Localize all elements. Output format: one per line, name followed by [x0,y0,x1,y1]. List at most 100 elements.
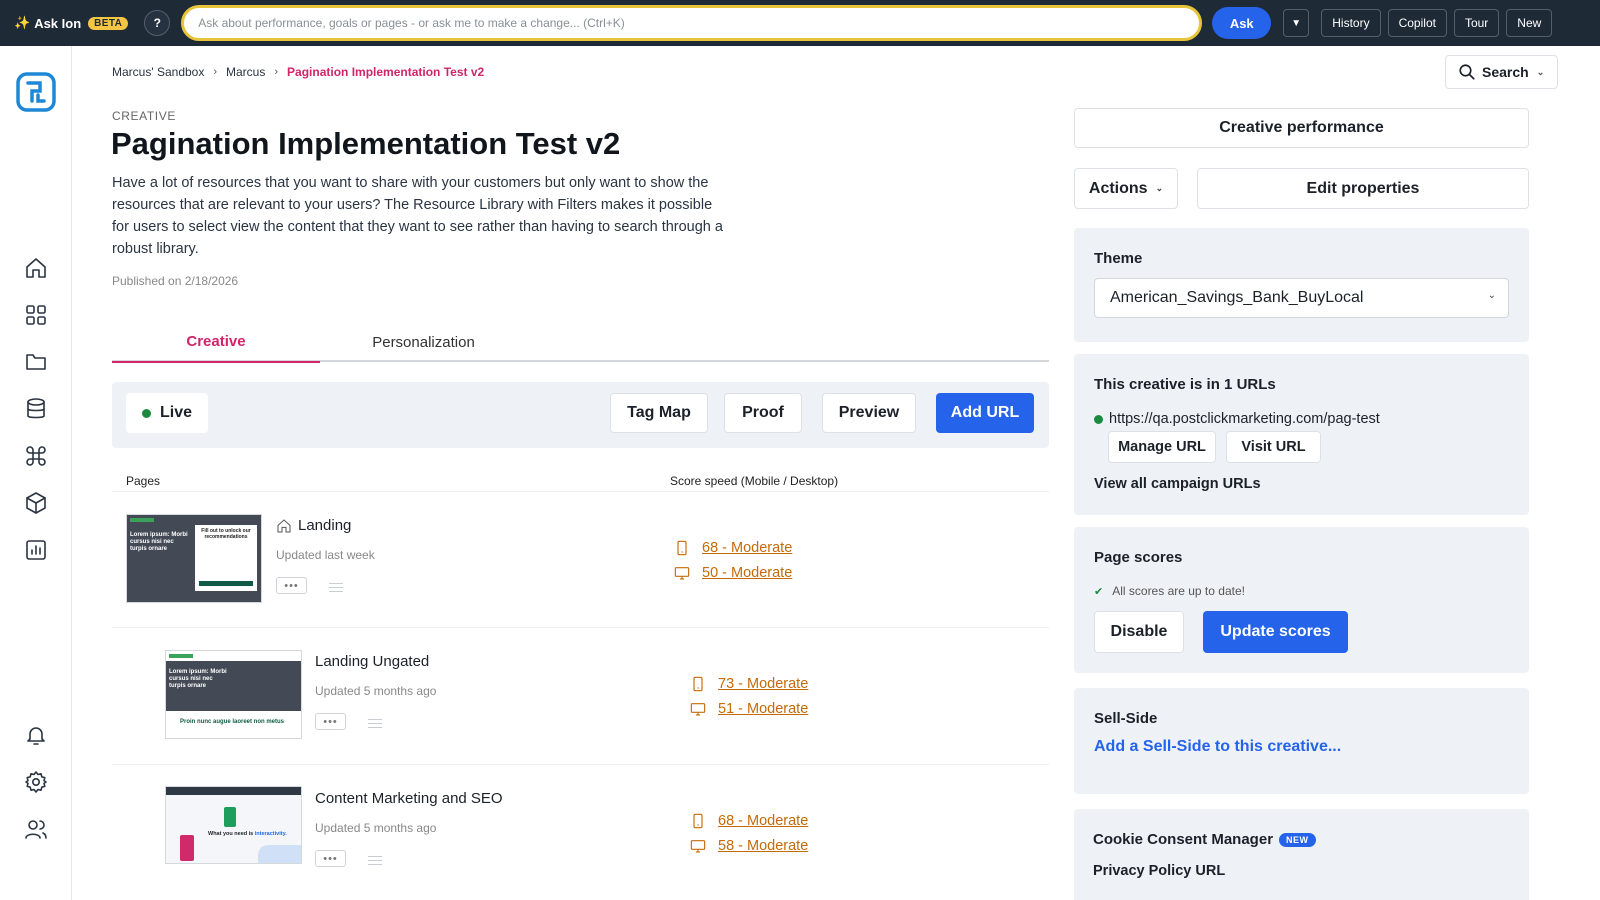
left-nav-rail [0,46,72,900]
copilot-button[interactable]: Copilot [1387,9,1447,37]
row-menu-button[interactable]: ••• [315,850,346,867]
desktop-score[interactable]: 50 - Moderate [674,565,792,581]
url-live-dot-icon [1094,414,1103,424]
table-row[interactable]: What you need is interactivity. Content … [112,765,1049,900]
thumbnail-caption-b: interactivity. [254,831,287,837]
preview-button[interactable]: Preview [822,393,916,433]
new-button[interactable]: New [1506,9,1553,37]
drag-handle-icon[interactable] [329,583,343,592]
drag-handle-icon[interactable] [368,719,382,728]
search-button[interactable]: Search ⌄ [1445,55,1558,89]
scores-status-text: All scores are up to date! [1112,584,1245,598]
thumbnail-heading: Lorem ipsum: Morbi cursus nisi nec turpi… [169,669,227,689]
privacy-policy-label: Privacy Policy URL [1093,863,1226,879]
creative-url[interactable]: https://qa.postclickmarketing.com/pag-te… [1094,411,1380,427]
disable-button[interactable]: Disable [1094,611,1184,653]
logo-icon[interactable] [16,72,56,112]
chevron-right-icon: › [274,66,279,78]
sell-side-title: Sell-Side [1094,710,1158,727]
breadcrumb-sandbox[interactable]: Marcus' Sandbox [112,65,204,79]
page-scores-title: Page scores [1094,549,1183,566]
mobile-score[interactable]: 73 - Moderate [690,676,808,692]
tab-creative[interactable]: Creative [112,322,320,363]
cookie-consent-card: Cookie Consent Manager NEW Privacy Polic… [1074,809,1529,900]
page-name[interactable]: Landing Ungated [315,653,429,670]
breadcrumb-current: Pagination Implementation Test v2 [287,65,485,79]
desktop-icon [690,840,706,853]
home-icon[interactable] [22,254,50,282]
history-button[interactable]: History [1321,9,1381,37]
drag-handle-icon[interactable] [368,856,382,865]
page-scores-card: Page scores ✔ All scores are up to date!… [1074,527,1529,673]
thumbnail-logo [130,518,154,522]
ask-ion-brand[interactable]: ✨ Ask Ion BETA [14,15,129,31]
tour-button[interactable]: Tour [1453,9,1500,37]
actions-button[interactable]: Actions ⌄ [1074,168,1178,209]
table-row[interactable]: Lorem ipsum: Morbi cursus nisi nec turpi… [112,492,1049,628]
mobile-score[interactable]: 68 - Moderate [690,813,808,829]
mobile-score[interactable]: 68 - Moderate [674,540,792,556]
theme-card: Theme American_Savings_Bank_BuyLocal ⌄ [1074,228,1529,342]
thumbnail-phone [180,835,194,861]
database-icon[interactable] [22,395,50,423]
proof-button[interactable]: Proof [724,393,802,433]
table-row[interactable]: Lorem ipsum: Morbi cursus nisi nec turpi… [112,628,1049,765]
row-menu-button[interactable]: ••• [276,577,307,594]
page-thumbnail[interactable]: Lorem ipsum: Morbi cursus nisi nec turpi… [126,514,262,603]
ask-input[interactable] [198,16,1200,30]
search-icon [1459,64,1475,80]
sparkle-icon: ✨ [14,15,31,30]
urls-card: This creative is in 1 URLs https://qa.po… [1074,354,1529,515]
creative-performance-button[interactable]: Creative performance [1074,108,1529,148]
view-all-urls-link[interactable]: View all campaign URLs [1094,476,1261,492]
live-dot-icon [142,408,151,418]
add-url-button[interactable]: Add URL [936,393,1034,433]
help-button[interactable]: ? [144,10,171,36]
page-thumbnail[interactable]: Lorem ipsum: Morbi cursus nisi nec turpi… [165,650,302,739]
top-bar: ✨ Ask Ion BETA ? Ask ▼ History Copilot T… [0,0,1600,46]
thumbnail-logo [169,654,193,658]
desktop-score[interactable]: 51 - Moderate [690,701,808,717]
chevron-right-icon: › [213,66,218,78]
live-status: Live [126,393,208,433]
page-kicker: CREATIVE [112,109,176,123]
desktop-score[interactable]: 58 - Moderate [690,838,808,854]
mobile-icon [693,813,703,829]
theme-select[interactable]: American_Savings_Bank_BuyLocal ⌄ [1094,278,1509,318]
page-thumbnail[interactable]: What you need is interactivity. [165,786,302,864]
search-label: Search [1482,64,1529,80]
add-sell-side-link[interactable]: Add a Sell-Side to this creative... [1094,738,1341,756]
row-menu-button[interactable]: ••• [315,713,346,730]
folder-icon[interactable] [22,348,50,376]
manage-url-button[interactable]: Manage URL [1108,431,1216,463]
thumbnail-submit [199,581,253,586]
urls-title: This creative is in 1 URLs [1094,376,1276,393]
pages-column-header: Pages [126,474,161,488]
mobile-icon [677,540,687,556]
page-name[interactable]: Landing [276,517,351,534]
breadcrumb: Marcus' Sandbox › Marcus › Pagination Im… [112,65,484,79]
edit-properties-button[interactable]: Edit properties [1197,168,1529,209]
ask-dropdown-button[interactable]: ▼ [1283,9,1310,37]
bell-icon[interactable] [22,721,50,749]
cube-icon[interactable] [22,489,50,517]
grid-icon[interactable] [22,301,50,329]
chart-icon[interactable] [22,536,50,564]
command-icon[interactable] [22,442,50,470]
home-icon [277,518,291,532]
ask-button[interactable]: Ask [1212,7,1272,39]
actions-label: Actions [1088,179,1148,197]
page-name[interactable]: Content Marketing and SEO [315,790,503,807]
thumbnail-heading: Lorem ipsum: Morbi cursus nisi nec turpi… [130,532,188,552]
update-scores-button[interactable]: Update scores [1203,611,1348,653]
visit-url-button[interactable]: Visit URL [1226,431,1321,463]
thumbnail-caption: Proin nunc augue laoreet non metus [180,719,285,725]
creative-toolbar: Live Tag Map Proof Preview Add URL [112,382,1049,448]
gear-icon[interactable] [22,768,50,796]
scores-status: ✔ All scores are up to date! [1094,584,1245,598]
check-icon: ✔ [1094,585,1104,598]
breadcrumb-marcus[interactable]: Marcus [226,65,265,79]
tab-personalization[interactable]: Personalization [320,322,527,362]
users-icon[interactable] [22,815,50,843]
tag-map-button[interactable]: Tag Map [610,393,708,433]
